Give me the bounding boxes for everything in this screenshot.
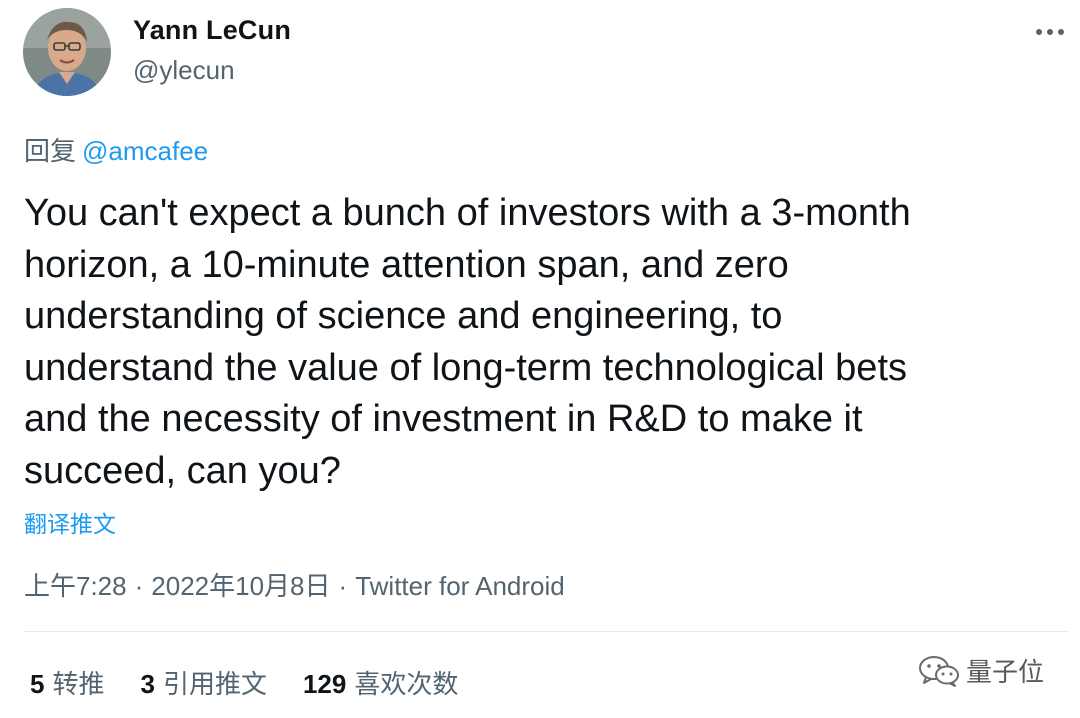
avatar-photo — [23, 8, 111, 96]
likes-stat[interactable]: 129 喜欢次数 — [303, 664, 458, 701]
avatar[interactable] — [23, 8, 111, 96]
tweet-text: You can't expect a bunch of investors wi… — [24, 192, 911, 492]
reply-prefix: 回复 — [24, 136, 77, 166]
tweet-meta: 上午7:28 · 2022年10月8日 · Twitter for Android — [24, 566, 565, 603]
wechat-icon — [919, 655, 959, 687]
likes-count: 129 — [302, 669, 347, 699]
reply-mention-link[interactable]: @amcafee — [82, 136, 208, 166]
quotes-label: 引用推文 — [162, 669, 267, 699]
retweets-stat[interactable]: 5 转推 — [30, 664, 104, 701]
meta-separator: · — [338, 571, 348, 601]
engagement-stats: 5 转推 3 引用推文 129 喜欢次数 — [30, 664, 494, 701]
translate-tweet-link[interactable]: 翻译推文 — [24, 505, 116, 539]
author-handle[interactable]: @ylecun — [133, 55, 235, 86]
meta-separator: · — [134, 571, 144, 601]
more-horizontal-icon — [1036, 29, 1064, 35]
reply-context: 回复 @amcafee — [24, 131, 208, 168]
tweet-date[interactable]: 2022年10月8日 — [151, 571, 330, 601]
retweets-label: 转推 — [52, 669, 105, 699]
retweets-count: 5 — [30, 669, 45, 699]
tweet-time[interactable]: 上午7:28 — [24, 571, 127, 601]
watermark: 量子位 — [918, 652, 1044, 689]
tweet-source[interactable]: Twitter for Android — [355, 571, 565, 601]
watermark-text: 量子位 — [966, 657, 1045, 687]
more-options-button[interactable] — [1030, 16, 1070, 48]
likes-label: 喜欢次数 — [354, 669, 459, 699]
divider — [24, 631, 1068, 632]
author-display-name[interactable]: Yann LeCun — [133, 15, 291, 46]
quotes-stat[interactable]: 3 引用推文 — [140, 664, 266, 701]
quotes-count: 3 — [140, 669, 155, 699]
